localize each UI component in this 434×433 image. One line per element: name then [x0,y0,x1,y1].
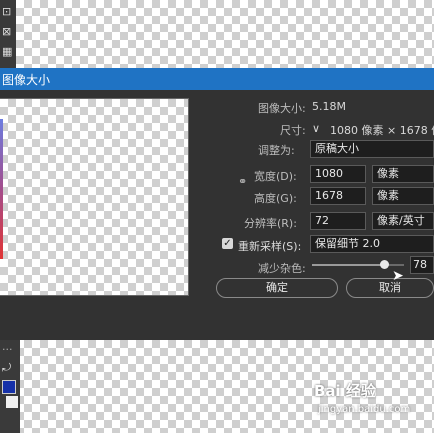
dimensions-value: 1080 像素 × 1678 像素 [330,124,434,137]
dialog-title: 图像大小 [2,73,51,87]
resample-checkbox[interactable]: ✓ [222,238,233,249]
resolution-input[interactable]: 72 [310,212,366,230]
watermark-logo: Bai 经验 [314,382,376,400]
image-preview[interactable] [0,98,189,296]
background-color-swatch[interactable] [6,396,18,408]
reduce-noise-slider-thumb[interactable] [379,260,389,269]
reduce-noise-slider[interactable] [312,260,404,269]
resolution-unit-select[interactable]: 像素/英寸 [372,212,434,230]
image-size-label: 图像大小: [258,102,306,115]
toolbar-top: ⊡ ⊠ ▦ [0,0,16,70]
reduce-noise-slider-fill [312,264,384,266]
width-input[interactable]: 1080 [310,165,366,183]
resample-method-select[interactable]: 保留细节 2.0 [310,235,434,253]
watermark-url: jingyan.baidu.com [318,404,411,415]
height-input[interactable]: 1678 [310,187,366,205]
width-label: 宽度(D): [254,170,297,183]
resolution-label: 分辨率(R): [244,217,297,230]
crop-tool-icon[interactable]: ⊡ [2,6,11,18]
resample-label: 重新采样(S): [238,240,302,253]
height-label: 高度(G): [254,192,297,205]
image-size-value: 5.18M [312,100,346,113]
eyedropper-tool-icon[interactable]: ▦ [2,46,12,58]
ok-button[interactable]: 确定 [216,278,338,298]
canvas-top [0,0,434,70]
height-unit-select[interactable]: 像素 [372,187,434,205]
cancel-button[interactable]: 取消 [346,278,434,298]
swap-colors-icon[interactable]: ⤾ [2,362,11,374]
preview-image-edge [0,119,3,259]
reduce-noise-label: 减少杂色: [258,262,306,275]
dimensions-dropdown-icon[interactable]: ∨ [312,122,320,135]
fit-to-label: 调整为: [258,144,295,157]
link-constrain-icon[interactable]: ⚭ [238,175,247,188]
mouse-cursor-icon: ➤ [392,268,404,284]
image-size-dialog: 图像大小 图像大小: 5.18M 尺寸: ∨ 1080 像素 × 1678 像素… [0,68,434,340]
dialog-titlebar[interactable]: 图像大小 [0,68,434,90]
dimensions-label: 尺寸: [280,124,306,137]
reduce-noise-input[interactable]: 78 [410,256,434,274]
width-unit-select[interactable]: 像素 [372,165,434,183]
fit-to-select[interactable]: 原稿大小 [310,140,434,158]
foreground-color-swatch[interactable] [2,380,16,394]
frame-tool-icon[interactable]: ⊠ [2,26,11,38]
tool-dots-icon: ··· [2,343,13,356]
